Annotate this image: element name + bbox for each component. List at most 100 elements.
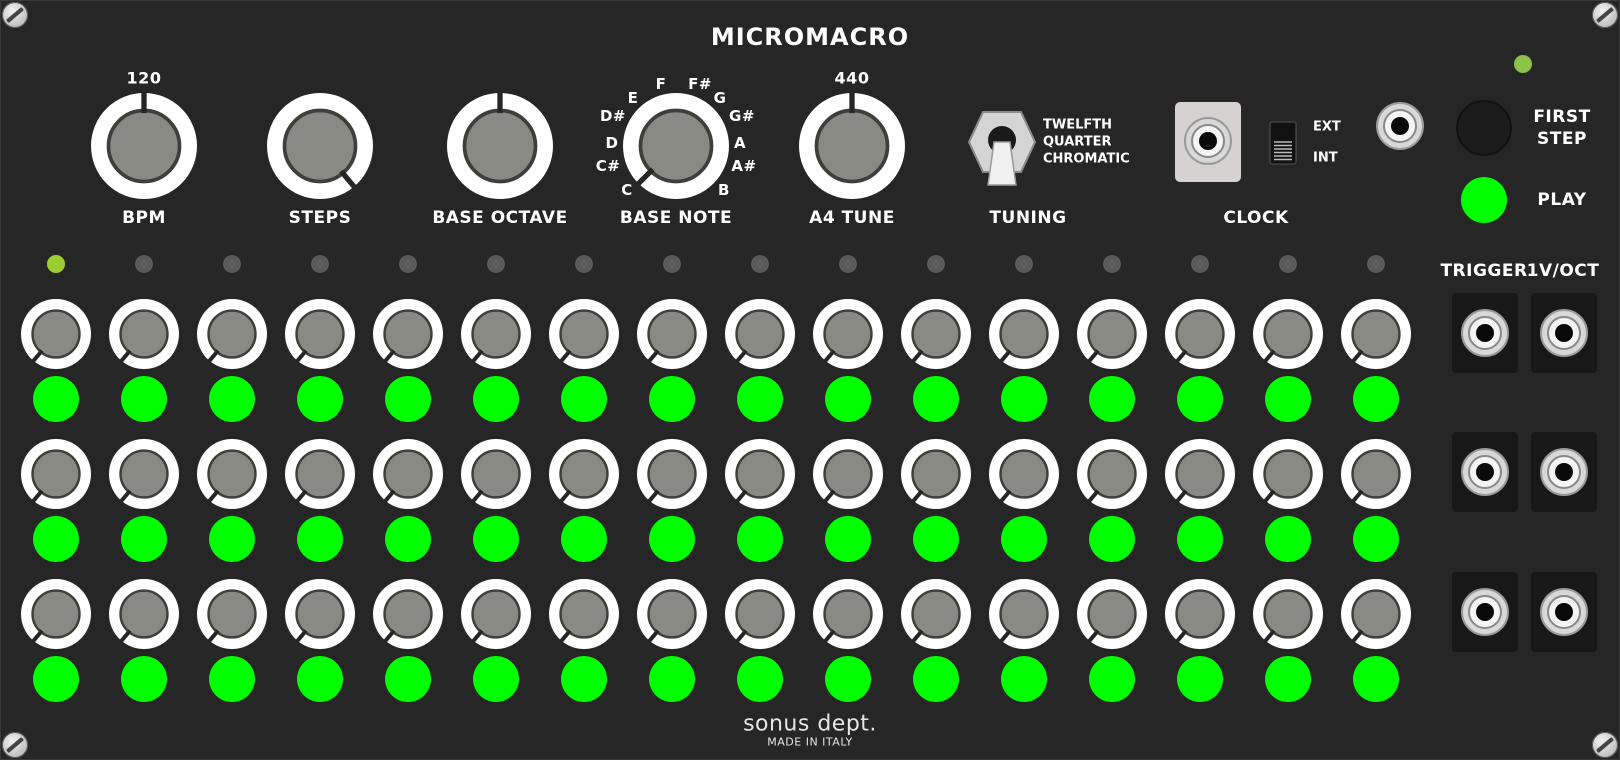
- step-knob[interactable]: [637, 299, 707, 369]
- step-gate-button[interactable]: [1353, 516, 1399, 562]
- step-knob[interactable]: [285, 579, 355, 649]
- step-knob[interactable]: [989, 579, 1059, 649]
- voct-output-jack[interactable]: [1540, 309, 1588, 357]
- trigger-output-jack[interactable]: [1461, 448, 1509, 496]
- step-gate-button[interactable]: [649, 516, 695, 562]
- step-knob[interactable]: [725, 299, 795, 369]
- step-gate-button[interactable]: [1001, 516, 1047, 562]
- step-knob[interactable]: [1341, 439, 1411, 509]
- step-knob[interactable]: [1253, 439, 1323, 509]
- step-gate-button[interactable]: [209, 516, 255, 562]
- step-knob[interactable]: [1077, 439, 1147, 509]
- step-gate-button[interactable]: [649, 656, 695, 702]
- step-gate-button[interactable]: [1001, 376, 1047, 422]
- step-gate-button[interactable]: [737, 516, 783, 562]
- step-knob[interactable]: [1077, 579, 1147, 649]
- step-gate-button[interactable]: [1177, 656, 1223, 702]
- step-gate-button[interactable]: [1089, 656, 1135, 702]
- voct-output-jack[interactable]: [1540, 448, 1588, 496]
- step-knob[interactable]: [549, 439, 619, 509]
- step-knob[interactable]: [197, 299, 267, 369]
- step-gate-button[interactable]: [1089, 376, 1135, 422]
- step-knob[interactable]: [285, 439, 355, 509]
- step-knob[interactable]: [813, 299, 883, 369]
- step-knob[interactable]: [197, 439, 267, 509]
- base-note-knob[interactable]: [623, 93, 729, 199]
- play-button[interactable]: [1461, 177, 1507, 223]
- step-knob[interactable]: [901, 579, 971, 649]
- step-gate-button[interactable]: [737, 376, 783, 422]
- step-gate-button[interactable]: [297, 516, 343, 562]
- step-knob[interactable]: [1077, 299, 1147, 369]
- trigger-output-jack[interactable]: [1461, 309, 1509, 357]
- step-knob[interactable]: [989, 439, 1059, 509]
- step-knob[interactable]: [373, 299, 443, 369]
- step-knob[interactable]: [109, 439, 179, 509]
- step-gate-button[interactable]: [385, 656, 431, 702]
- step-gate-button[interactable]: [209, 656, 255, 702]
- trigger-output-jack[interactable]: [1461, 588, 1509, 636]
- step-gate-button[interactable]: [1089, 516, 1135, 562]
- step-gate-button[interactable]: [33, 516, 79, 562]
- step-gate-button[interactable]: [913, 516, 959, 562]
- step-gate-button[interactable]: [209, 376, 255, 422]
- step-knob[interactable]: [549, 299, 619, 369]
- step-knob[interactable]: [549, 579, 619, 649]
- step-knob[interactable]: [21, 579, 91, 649]
- step-gate-button[interactable]: [473, 656, 519, 702]
- step-gate-button[interactable]: [33, 376, 79, 422]
- step-gate-button[interactable]: [1353, 376, 1399, 422]
- step-gate-button[interactable]: [1177, 376, 1223, 422]
- clock-input[interactable]: [1175, 102, 1241, 182]
- step-knob[interactable]: [813, 579, 883, 649]
- step-gate-button[interactable]: [121, 516, 167, 562]
- step-knob[interactable]: [1341, 299, 1411, 369]
- step-knob[interactable]: [373, 439, 443, 509]
- step-gate-button[interactable]: [825, 516, 871, 562]
- step-knob[interactable]: [1341, 579, 1411, 649]
- step-knob[interactable]: [1165, 439, 1235, 509]
- step-knob[interactable]: [197, 579, 267, 649]
- steps-knob[interactable]: [267, 93, 373, 199]
- step-gate-button[interactable]: [1265, 376, 1311, 422]
- step-gate-button[interactable]: [1177, 516, 1223, 562]
- step-gate-button[interactable]: [825, 656, 871, 702]
- step-knob[interactable]: [461, 579, 531, 649]
- step-knob[interactable]: [285, 299, 355, 369]
- step-knob[interactable]: [637, 579, 707, 649]
- step-knob[interactable]: [109, 299, 179, 369]
- step-gate-button[interactable]: [473, 516, 519, 562]
- step-gate-button[interactable]: [385, 516, 431, 562]
- step-knob[interactable]: [1165, 579, 1235, 649]
- step-knob[interactable]: [109, 579, 179, 649]
- step-knob[interactable]: [637, 439, 707, 509]
- step-gate-button[interactable]: [913, 376, 959, 422]
- step-knob[interactable]: [725, 439, 795, 509]
- step-gate-button[interactable]: [913, 656, 959, 702]
- step-gate-button[interactable]: [297, 656, 343, 702]
- step-knob[interactable]: [725, 579, 795, 649]
- step-knob[interactable]: [21, 299, 91, 369]
- voct-output-jack[interactable]: [1540, 588, 1588, 636]
- clock-switch[interactable]: [1269, 121, 1297, 165]
- first-step-jack[interactable]: [1376, 102, 1424, 150]
- step-gate-button[interactable]: [121, 656, 167, 702]
- step-gate-button[interactable]: [297, 376, 343, 422]
- first-step-button[interactable]: [1456, 100, 1512, 156]
- step-gate-button[interactable]: [649, 376, 695, 422]
- step-gate-button[interactable]: [1001, 656, 1047, 702]
- step-gate-button[interactable]: [561, 376, 607, 422]
- step-knob[interactable]: [1253, 299, 1323, 369]
- step-knob[interactable]: [373, 579, 443, 649]
- step-knob[interactable]: [901, 439, 971, 509]
- step-gate-button[interactable]: [737, 656, 783, 702]
- step-gate-button[interactable]: [1353, 656, 1399, 702]
- step-gate-button[interactable]: [825, 376, 871, 422]
- step-knob[interactable]: [901, 299, 971, 369]
- step-gate-button[interactable]: [561, 656, 607, 702]
- step-knob[interactable]: [21, 439, 91, 509]
- step-gate-button[interactable]: [1265, 656, 1311, 702]
- step-knob[interactable]: [813, 439, 883, 509]
- step-knob[interactable]: [1165, 299, 1235, 369]
- step-gate-button[interactable]: [385, 376, 431, 422]
